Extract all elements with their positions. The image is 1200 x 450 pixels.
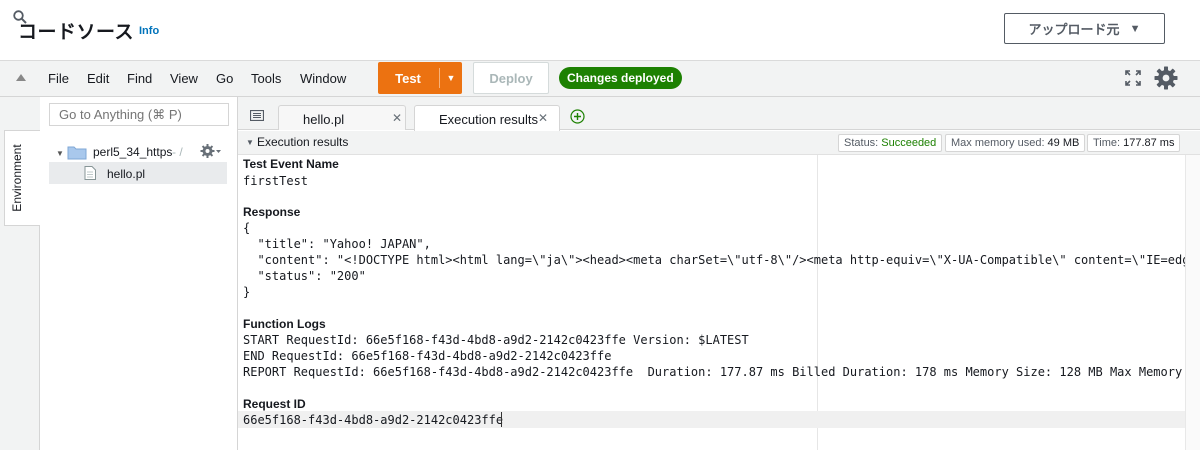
deploy-status-badge: Changes deployed [559, 67, 682, 89]
fullscreen-icon[interactable] [1124, 69, 1142, 87]
tab-list-icon[interactable] [250, 110, 264, 121]
text-cursor [501, 412, 502, 427]
menu-file[interactable]: File [48, 71, 69, 86]
function-logs-heading: Function Logs [243, 317, 326, 331]
response-line: { [243, 221, 251, 235]
test-dropdown-icon[interactable]: ▼ [440, 62, 462, 94]
upload-from-button[interactable]: アップロード元 ▼ [1004, 13, 1165, 44]
file-name[interactable]: hello.pl [107, 167, 145, 181]
memory-value: 49 MB [1047, 137, 1080, 149]
memory-label: Max memory used: [951, 137, 1045, 149]
tab-hello-pl[interactable]: hello.pl ✕ [278, 105, 406, 130]
folder-path: - / [172, 145, 183, 159]
settings-gear-icon[interactable] [1154, 66, 1178, 90]
tab-hello-pl-label: hello.pl [303, 112, 345, 127]
menu-go[interactable]: Go [216, 71, 233, 86]
request-id-heading: Request ID [243, 397, 306, 411]
close-icon[interactable]: ✕ [392, 111, 402, 125]
tab-execution-results-label: Execution results [439, 112, 538, 127]
execution-results-header: ▼ Execution results Status: Succeeded Ma… [238, 131, 1200, 155]
time-value: 177.87 ms [1123, 137, 1175, 149]
close-icon[interactable]: ✕ [538, 111, 548, 125]
folder-icon [67, 146, 87, 160]
test-button-label: Test [395, 70, 421, 86]
time-badge: Time: 177.87 ms [1087, 134, 1181, 152]
test-event-value: firstTest [243, 174, 309, 188]
tree-settings-icon[interactable] [200, 143, 222, 159]
upload-from-label: アップロード元 [1028, 22, 1120, 37]
menu-view[interactable]: View [170, 71, 198, 86]
response-line: } [243, 285, 251, 299]
go-to-anything-input[interactable] [49, 103, 229, 126]
test-event-heading: Test Event Name [243, 157, 339, 171]
time-label: Time: [1093, 137, 1121, 149]
info-link[interactable]: Info [139, 25, 159, 37]
status-badge: Status: Succeeded [838, 134, 943, 152]
menu-find[interactable]: Find [127, 71, 152, 86]
results-content [238, 155, 1200, 450]
search-icon[interactable] [13, 10, 27, 24]
deploy-button[interactable]: Deploy [473, 62, 549, 94]
test-button[interactable]: Test ▼ [378, 62, 462, 94]
print-margin-line [817, 155, 818, 450]
menu-window[interactable]: Window [300, 71, 346, 86]
page-header: コードソース Info アップロード元 ▼ [0, 0, 1200, 60]
collapse-up-icon[interactable] [16, 74, 26, 81]
log-line: START RequestId: 66e5f168-f43d-4bd8-a9d2… [243, 333, 749, 347]
caret-down-icon: ▼ [1129, 22, 1141, 35]
add-tab-icon[interactable] [570, 109, 585, 124]
status-label: Status: [844, 137, 879, 149]
file-icon [84, 166, 96, 180]
response-heading: Response [243, 205, 301, 219]
folder-expand-icon[interactable]: ▼ [56, 149, 64, 158]
response-line: "content": "<!DOCTYPE html><html lang=\"… [243, 253, 1185, 267]
log-line: REPORT RequestId: 66e5f168-f43d-4bd8-a9d… [243, 365, 1185, 379]
log-line: END RequestId: 66e5f168-f43d-4bd8-a9d2-2… [243, 349, 612, 363]
vertical-scrollbar[interactable] [1185, 155, 1200, 450]
request-id-value[interactable]: 66e5f168-f43d-4bd8-a9d2-2142c0423ffe [243, 413, 503, 427]
menu-edit[interactable]: Edit [87, 71, 109, 86]
folder-name[interactable]: perl5_34_https [93, 145, 172, 159]
execution-results-title: Execution results [257, 135, 349, 149]
environment-tab-label: Environment [10, 144, 24, 212]
status-value: Succeeded [881, 137, 937, 149]
collapse-results-icon[interactable]: ▼ [246, 138, 254, 147]
memory-badge: Max memory used: 49 MB [945, 134, 1086, 152]
search-cell [0, 97, 40, 130]
menu-tools[interactable]: Tools [251, 71, 281, 86]
page-title: コードソース [18, 22, 135, 43]
response-line: "status": "200" [243, 269, 366, 283]
tab-execution-results[interactable]: Execution results ✕ [414, 105, 560, 131]
response-line: "title": "Yahoo! JAPAN", [243, 237, 431, 251]
